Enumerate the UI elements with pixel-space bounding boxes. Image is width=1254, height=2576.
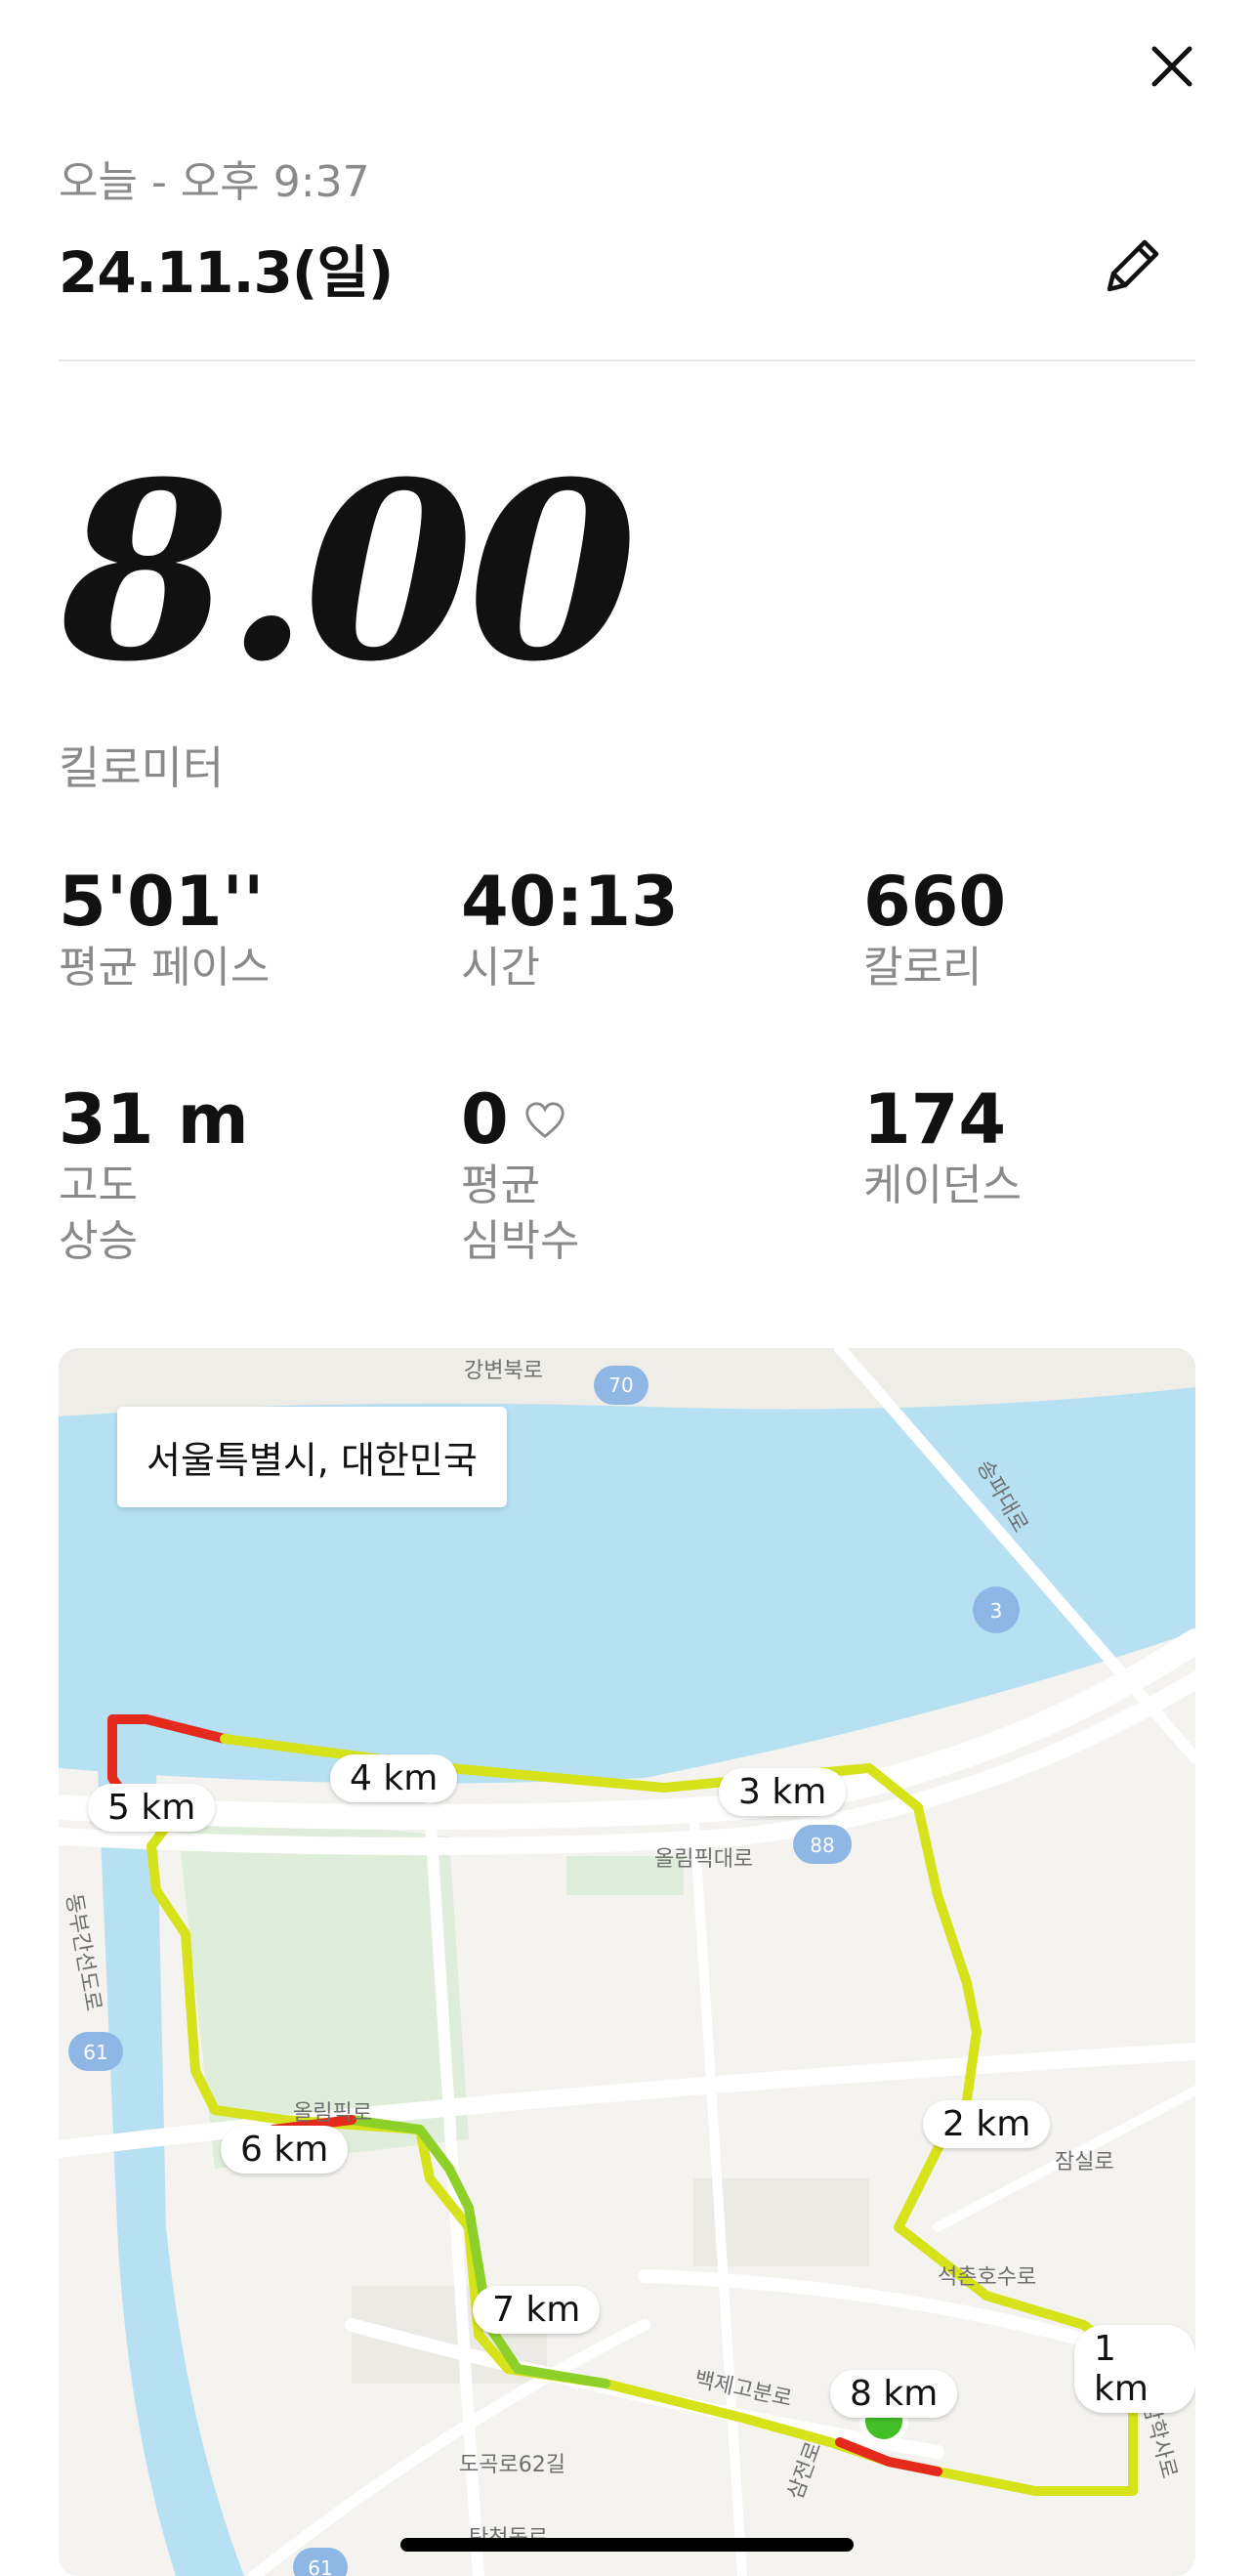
heart-outline-icon <box>525 1101 564 1138</box>
stat-avg-pace: 5'01'' 평균 페이스 <box>59 865 270 995</box>
route-sign-70: 70 <box>594 1366 648 1405</box>
svg-text:61: 61 <box>308 2556 332 2576</box>
svg-text:88: 88 <box>810 1834 834 1857</box>
stat-value: 0 <box>461 1079 509 1160</box>
activity-time: 오늘 - 오후 9:37 <box>59 157 370 207</box>
header-divider <box>59 359 1195 361</box>
map-canvas: 70 3 88 61 61 강변북로 송파대로 올림픽대로 올림픽로 잠실로 석… <box>59 1348 1195 2576</box>
road-label: 강변북로 <box>464 1359 543 1383</box>
stat-value: 40:13 <box>461 862 679 942</box>
distance-unit: 킬로미터 <box>59 741 225 794</box>
stat-label: 시간 <box>461 943 540 992</box>
home-indicator[interactable] <box>400 2538 854 2552</box>
stat-elevation-gain: 31 m 고도 상승 <box>59 1082 249 1269</box>
activity-title: 24.11.3(일) <box>59 239 394 306</box>
stat-calories: 660 칼로리 <box>863 865 1006 995</box>
road-label: 석촌호수로 <box>938 2265 1036 2290</box>
pencil-icon <box>1107 239 1159 292</box>
road-label: 올림픽로 <box>293 2101 372 2126</box>
stat-cadence: 174 케이던스 <box>863 1082 1022 1213</box>
km-marker-7: 7 km <box>473 2286 601 2334</box>
km-marker-3: 3 km <box>719 1768 847 1816</box>
stat-value: 174 <box>863 1079 1007 1160</box>
close-button[interactable] <box>1141 35 1203 98</box>
stat-label: 평균 심박수 <box>461 1161 580 1267</box>
stat-label: 고도 상승 <box>59 1161 138 1267</box>
svg-text:3: 3 <box>990 1599 1003 1623</box>
stat-time: 40:13 시간 <box>461 865 679 995</box>
close-icon <box>1151 46 1192 87</box>
map-location-label: 서울특별시, 대한민국 <box>117 1407 507 1507</box>
km-marker-5: 5 km <box>88 1784 216 1832</box>
road-label: 올림픽대로 <box>654 1847 753 1872</box>
stat-label: 칼로리 <box>863 943 982 992</box>
km-marker-1: 1 km <box>1074 2325 1195 2413</box>
route-sign-61-bottom: 61 <box>293 2548 348 2576</box>
stat-label: 케이던스 <box>863 1161 1022 1210</box>
stat-label: 평균 페이스 <box>59 943 271 992</box>
stat-value: 660 <box>863 862 1007 942</box>
km-marker-8: 8 km <box>830 2370 958 2418</box>
route-sign-3: 3 <box>973 1586 1020 1633</box>
stat-avg-heart-rate: 0 평균 심박수 <box>461 1082 579 1269</box>
distance-value: 8.00 <box>61 428 638 715</box>
edit-button[interactable] <box>1094 227 1172 305</box>
route-sign-88: 88 <box>793 1825 852 1864</box>
svg-text:61: 61 <box>83 2041 107 2064</box>
km-marker-6: 6 km <box>221 2126 349 2174</box>
route-map[interactable]: 70 3 88 61 61 강변북로 송파대로 올림픽대로 올림픽로 잠실로 석… <box>59 1348 1195 2576</box>
road-label: 잠실로 <box>1055 2150 1114 2175</box>
km-marker-2: 2 km <box>923 2100 1051 2148</box>
svg-text:70: 70 <box>608 1373 633 1397</box>
stat-value: 5'01'' <box>59 862 265 942</box>
stat-value: 31 m <box>59 1079 249 1160</box>
km-marker-4: 4 km <box>330 1754 458 1802</box>
route-sign-61: 61 <box>68 2032 123 2071</box>
road-label: 도곡로62길 <box>459 2453 565 2477</box>
